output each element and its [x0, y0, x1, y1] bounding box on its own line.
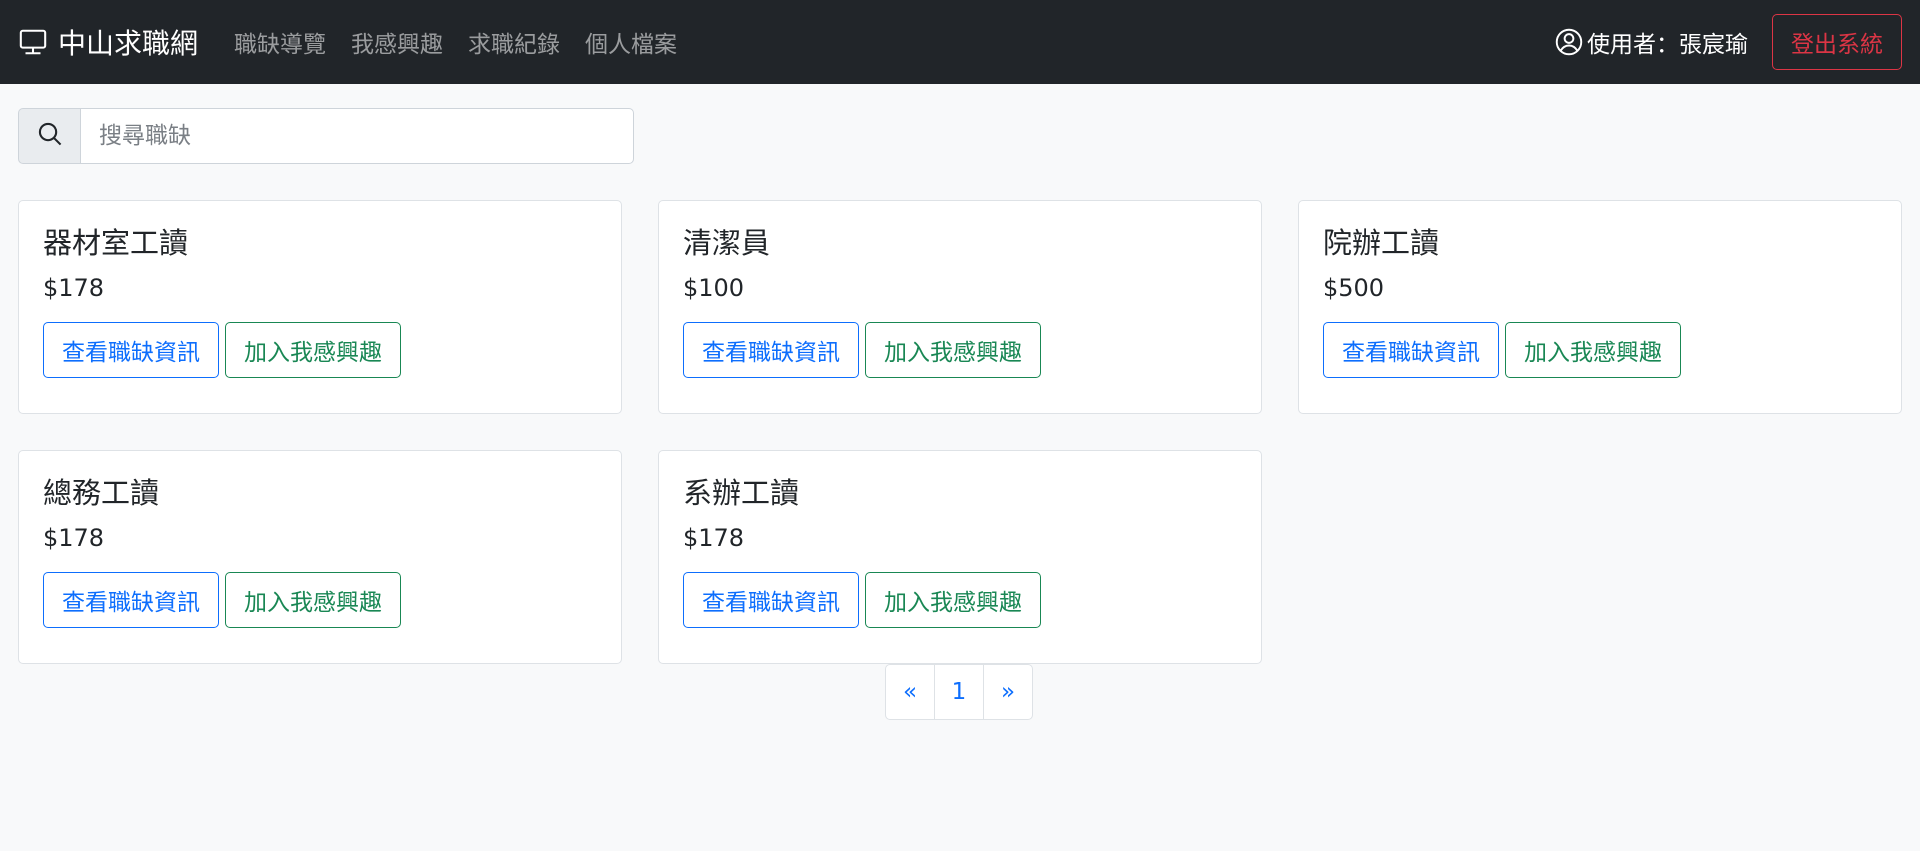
user-info: 使用者：張宸瑜 — [1555, 25, 1748, 59]
add-interest-button[interactable]: 加入我感興趣 — [225, 571, 401, 628]
job-pay: $178 — [43, 523, 105, 552]
job-pay: $500 — [1323, 273, 1385, 302]
view-job-button[interactable]: 查看職缺資訊 — [1323, 321, 1499, 378]
nav-link-jobs[interactable]: 職缺導覽 — [234, 25, 326, 59]
job-actions: 查看職缺資訊 加入我感興趣 — [1323, 321, 1877, 378]
job-title: 系辦工讀 — [683, 476, 800, 510]
job-card: 總務工讀 $178 查看職缺資訊 加入我感興趣 — [18, 450, 622, 664]
job-card: 院辦工讀 $500 查看職缺資訊 加入我感興趣 — [1298, 200, 1902, 414]
search-icon — [37, 121, 63, 151]
job-pay: $178 — [683, 523, 745, 552]
job-actions: 查看職缺資訊 加入我感興趣 — [683, 571, 1237, 628]
add-interest-button[interactable]: 加入我感興趣 — [1505, 321, 1681, 378]
nav-links: 職缺導覽 我感興趣 求職紀錄 個人檔案 — [234, 25, 702, 59]
job-title: 總務工讀 — [43, 476, 160, 510]
job-actions: 查看職缺資訊 加入我感興趣 — [43, 571, 597, 628]
view-job-button[interactable]: 查看職缺資訊 — [683, 321, 859, 378]
page-number-button[interactable]: 1 — [934, 664, 984, 720]
search-bar — [18, 108, 634, 164]
nav-link-profile[interactable]: 個人檔案 — [585, 25, 677, 59]
display-icon — [18, 27, 48, 57]
nav-link-applications[interactable]: 求職紀錄 — [468, 25, 560, 59]
job-actions: 查看職缺資訊 加入我感興趣 — [43, 321, 597, 378]
job-title: 清潔員 — [683, 226, 771, 260]
job-title: 器材室工讀 — [43, 226, 189, 260]
view-job-button[interactable]: 查看職缺資訊 — [683, 571, 859, 628]
page-prev-button[interactable]: « — [885, 664, 935, 720]
search-addon — [18, 108, 80, 164]
nav-link-interests[interactable]: 我感興趣 — [351, 25, 443, 59]
search-input[interactable] — [80, 108, 634, 164]
view-job-button[interactable]: 查看職缺資訊 — [43, 571, 219, 628]
pagination: « 1 » — [885, 664, 1033, 720]
job-pay: $178 — [43, 273, 105, 302]
job-title: 院辦工讀 — [1323, 226, 1440, 260]
brand[interactable]: 中山求職網 — [18, 22, 198, 62]
job-actions: 查看職缺資訊 加入我感興趣 — [683, 321, 1237, 378]
add-interest-button[interactable]: 加入我感興趣 — [865, 571, 1041, 628]
user-label: 使用者：張宸瑜 — [1587, 32, 1748, 58]
view-job-button[interactable]: 查看職缺資訊 — [43, 321, 219, 378]
nav-right: 使用者：張宸瑜 登出系統 — [1555, 14, 1902, 70]
add-interest-button[interactable]: 加入我感興趣 — [225, 321, 401, 378]
add-interest-button[interactable]: 加入我感興趣 — [865, 321, 1041, 378]
job-card: 清潔員 $100 查看職缺資訊 加入我感興趣 — [658, 200, 1262, 414]
job-card: 器材室工讀 $178 查看職缺資訊 加入我感興趣 — [18, 200, 622, 414]
navbar: 中山求職網 職缺導覽 我感興趣 求職紀錄 個人檔案 使用者：張宸瑜 登出系統 — [0, 0, 1920, 84]
job-pay: $100 — [683, 273, 745, 302]
logout-button[interactable]: 登出系統 — [1772, 14, 1902, 70]
brand-name: 中山求職網 — [58, 27, 199, 60]
page-next-button[interactable]: » — [983, 664, 1033, 720]
person-circle-icon — [1555, 28, 1583, 56]
job-card: 系辦工讀 $178 查看職缺資訊 加入我感興趣 — [658, 450, 1262, 664]
